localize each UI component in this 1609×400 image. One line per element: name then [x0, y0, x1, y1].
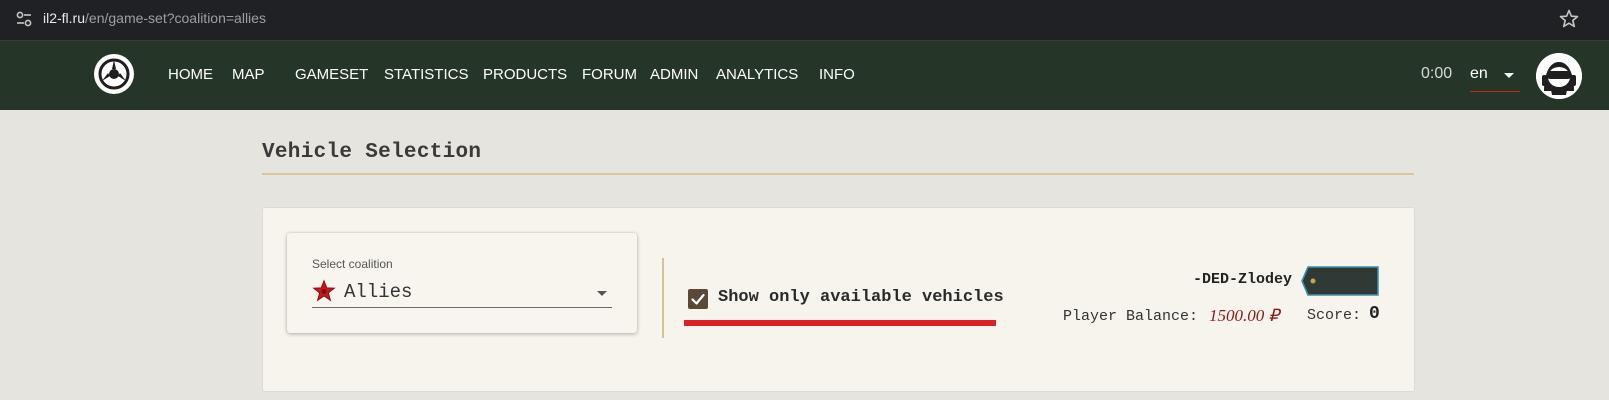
nav-info[interactable]: INFO	[819, 66, 855, 83]
url-path: /en/game-set?coalition=allies	[85, 10, 266, 26]
chevron-down-icon	[597, 291, 607, 296]
highlight-underline	[684, 320, 996, 326]
url-domain: il2-fl.ru	[43, 10, 86, 26]
nav-gameset[interactable]: GAMESET	[295, 66, 368, 83]
nav-analytics[interactable]: ANALYTICS	[716, 66, 798, 83]
available-only-label[interactable]: Show only available vehicles	[718, 288, 1004, 307]
coalition-value: Allies	[344, 281, 413, 303]
nav-admin[interactable]: ADMIN	[650, 66, 698, 83]
rank-badge-icon	[1301, 266, 1379, 296]
coalition-panel: Select coalition Allies	[287, 233, 637, 333]
title-divider	[262, 173, 1414, 175]
nav-map[interactable]: MAP	[232, 66, 265, 83]
page-title: Vehicle Selection	[262, 141, 482, 164]
bookmark-star-icon[interactable]	[1557, 7, 1581, 31]
score-label: Score:	[1307, 307, 1362, 324]
section-divider	[662, 258, 664, 338]
language-select[interactable]: en	[1470, 59, 1520, 92]
player-name: -DED-Zlodey	[1193, 271, 1293, 288]
pilot-avatar-icon	[1536, 53, 1582, 99]
nav-products[interactable]: PRODUCTS	[483, 66, 567, 83]
chevron-down-icon	[1504, 73, 1514, 78]
browser-address-bar: il2-fl.ru/en/game-set?coalition=allies	[0, 0, 1609, 41]
site-logo-icon[interactable]	[93, 53, 135, 95]
red-star-icon	[312, 279, 336, 302]
main-navbar: HOME MAP GAMESET STATISTICS PRODUCTS FOR…	[0, 41, 1609, 110]
coalition-select[interactable]: Allies	[312, 276, 612, 308]
player-balance-value: 1500.00 ₽	[1209, 306, 1280, 325]
user-avatar[interactable]	[1536, 53, 1582, 99]
coalition-label: Select coalition	[312, 257, 393, 271]
available-only-checkbox[interactable]	[688, 289, 708, 309]
language-value: en	[1470, 65, 1488, 82]
score-value: 0	[1369, 304, 1380, 324]
site-settings-icon[interactable]	[14, 9, 34, 29]
checkmark-icon	[691, 293, 705, 305]
nav-home[interactable]: HOME	[168, 66, 213, 83]
nav-statistics[interactable]: STATISTICS	[384, 66, 468, 83]
player-balance-label: Player Balance:	[1063, 308, 1199, 325]
nav-forum[interactable]: FORUM	[582, 66, 637, 83]
server-clock: 0:00	[1421, 65, 1453, 82]
url-field[interactable]: il2-fl.ru/en/game-set?coalition=allies	[43, 10, 266, 26]
